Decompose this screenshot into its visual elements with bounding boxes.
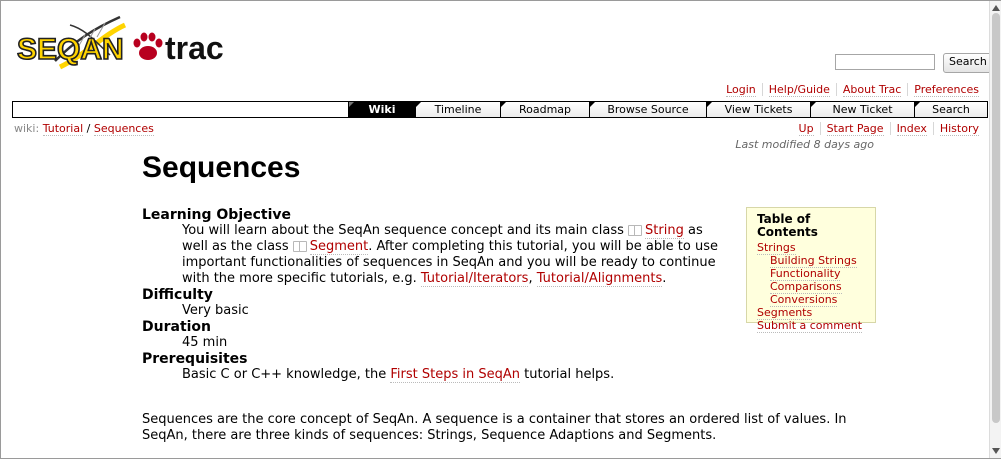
main-nav-spacer [13,102,348,117]
intro-paragraph: Sequences are the core concept of SeqAn.… [142,412,847,443]
breadcrumb-sequences[interactable]: Sequences [93,122,154,136]
toc-item-building-strings[interactable]: Building Strings [770,254,857,268]
last-modified: Last modified 8 days ago [735,138,874,151]
tab-roadmap[interactable]: Roadmap [500,102,589,117]
vertical-scrollbar[interactable] [989,1,1001,458]
prereq-text-1: Basic C or C++ knowledge, the [182,367,391,382]
tutorial-definitions: Learning Objective You will learn about … [142,207,732,383]
seqan-trac-logo[interactable]: SEQAN trac [15,11,230,73]
tab-wiki[interactable]: Wiki [348,102,415,117]
tab-search[interactable]: Search [914,102,987,117]
login-link[interactable]: Login [726,83,756,97]
tab-view-tickets[interactable]: View Tickets [706,102,810,117]
main-nav: Wiki Timeline Roadmap Browse Source View… [12,101,988,118]
preferences-link[interactable]: Preferences [914,83,979,97]
toc-title: Table of Contents [757,212,818,239]
page: SEQAN trac Search Login Help/Guide About… [1,1,993,458]
scroll-up-arrow-icon[interactable] [992,5,1000,11]
breadcrumb-separator: / [86,122,91,135]
tutorial-alignments-link[interactable]: Tutorial/Alignments [536,271,663,287]
breadcrumb-prefix: wiki: [14,122,40,135]
tab-browse-source[interactable]: Browse Source [589,102,706,117]
duration-term: Duration [142,319,212,335]
page-title: Sequences [142,151,301,184]
about-trac-link[interactable]: About Trac [842,83,902,97]
learning-objective-text: You will learn about the SeqAn sequence … [182,223,732,287]
search-input[interactable] [835,54,935,70]
toc-item-submit-comment[interactable]: Submit a comment [757,319,863,333]
logo-seqan-text: SEQAN [17,33,124,66]
wiki-book-icon [292,241,307,252]
help-guide-link[interactable]: Help/Guide [768,83,830,97]
scrollbar-thumb[interactable] [992,13,1000,423]
breadcrumb: wiki: Tutorial / Sequences [14,122,154,136]
prerequisites-term: Prerequisites [142,351,248,367]
start-page-link[interactable]: Start Page [826,122,884,136]
tab-timeline[interactable]: Timeline [415,102,500,117]
lo-text-4: , [528,271,537,286]
toc-item-conversions[interactable]: Conversions [770,293,838,307]
string-link[interactable]: String [645,223,684,239]
search-button[interactable]: Search [943,53,993,73]
lo-text-1: You will learn about the SeqAn sequence … [182,223,629,238]
toc-item-comparisons[interactable]: Comparisons [770,280,842,294]
tutorial-iterators-link[interactable]: Tutorial/Iterators [420,271,529,287]
toc-item-segments[interactable]: Segments [757,306,813,320]
toc-item-strings[interactable]: Strings [757,241,796,255]
meta-nav: Login Help/Guide About Trac Preferences [720,83,985,97]
scroll-down-arrow-icon[interactable] [992,448,1000,454]
prereq-text-2: tutorial helps. [520,367,615,382]
breadcrumb-tutorial[interactable]: Tutorial [42,122,84,136]
up-link[interactable]: Up [798,122,814,136]
logo-trac-text: trac [165,30,224,66]
toc-item-functionality[interactable]: Functionality [770,267,841,281]
prerequisites-text: Basic C or C++ knowledge, the First Step… [182,367,732,383]
duration-value: 45 min [182,335,228,350]
index-link[interactable]: Index [896,122,927,136]
table-of-contents: Table of Contents Strings Building Strin… [746,207,876,333]
lo-text-5: . [662,271,667,286]
history-link[interactable]: History [939,122,979,136]
paw-icon [133,32,163,60]
learning-objective-term: Learning Objective [142,207,292,223]
tab-new-ticket[interactable]: New Ticket [810,102,914,117]
difficulty-term: Difficulty [142,287,213,303]
context-nav: Up Start Page Index History [793,122,985,136]
first-steps-link[interactable]: First Steps in SeqAn [390,367,521,383]
difficulty-value: Very basic [182,303,249,318]
segment-link[interactable]: Segment [309,239,369,255]
wiki-book-icon [628,225,643,236]
